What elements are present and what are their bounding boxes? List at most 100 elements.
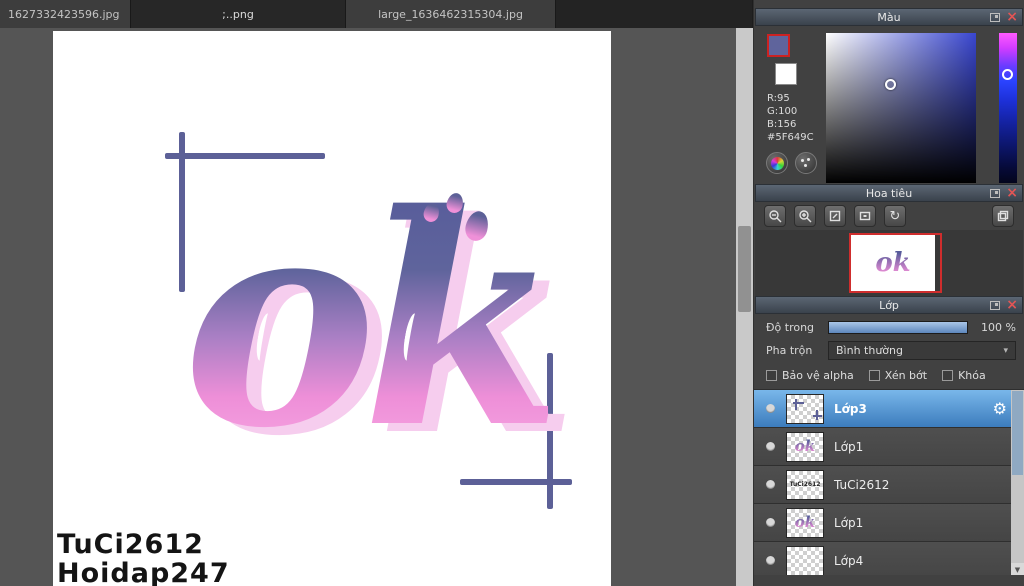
navigator-toolbar: ↻ xyxy=(754,202,1024,230)
copy-view-icon[interactable] xyxy=(992,205,1014,227)
visibility-dot-icon[interactable] xyxy=(766,442,775,451)
saturation-value-picker[interactable] xyxy=(826,33,976,183)
layer-name: Lớp1 xyxy=(834,515,864,530)
opacity-label: Độ trong xyxy=(766,321,815,334)
layer-row-lop3[interactable]: Lớp3 ⚙ xyxy=(754,390,1024,428)
close-icon[interactable]: × xyxy=(1006,10,1018,24)
canvas-viewport[interactable]: ok ok TuCi2612 Hoidap247 xyxy=(0,28,736,586)
layer-scrollbar-thumb[interactable] xyxy=(1012,391,1023,475)
hue-bar[interactable] xyxy=(999,33,1017,183)
blue-value: B:156 xyxy=(767,119,797,130)
canvas-scrollbar-thumb[interactable] xyxy=(738,226,751,312)
layer-thumbnail-text: TuCi2612 xyxy=(789,480,821,488)
layer-row-tuci2612[interactable]: TuCi2612 TuCi2612 xyxy=(754,466,1024,504)
color-panel-title: Màu xyxy=(877,10,901,24)
fit-window-icon[interactable] xyxy=(824,205,846,227)
color-wheel-icon[interactable] xyxy=(766,152,788,174)
chevron-down-icon: ▾ xyxy=(1003,345,1008,356)
artwork-lettering: ok xyxy=(183,152,563,492)
paint-app-window: 1627332423596.jpg ;..png large_163646231… xyxy=(0,0,1024,586)
visibility-dot-icon[interactable] xyxy=(766,480,775,489)
document-tab-1-label: 1627332423596.jpg xyxy=(8,7,120,21)
canvas-vertical-scrollbar[interactable] xyxy=(736,28,753,586)
navigator-view-rectangle[interactable] xyxy=(849,233,942,293)
blend-mode-value: Bình thường xyxy=(836,344,903,357)
layer-thumbnail: TuCi2612 xyxy=(786,469,824,500)
drawing-canvas[interactable]: ok ok TuCi2612 Hoidap247 xyxy=(53,31,611,586)
opacity-row: Độ trong 100 % xyxy=(766,321,1016,334)
layer-thumbnail: ok xyxy=(786,431,824,462)
layer-list-scrollbar[interactable]: ▼ xyxy=(1011,390,1024,575)
document-tab-2-label: ;..png xyxy=(222,7,254,21)
layer-thumbnail xyxy=(786,393,824,424)
document-area: 1627332423596.jpg ;..png large_163646231… xyxy=(0,0,753,586)
actual-size-icon[interactable] xyxy=(854,205,876,227)
document-tab-bar: 1627332423596.jpg ;..png large_163646231… xyxy=(0,0,752,28)
lock-checkbox[interactable]: Khóa xyxy=(942,369,986,382)
blend-row: Pha trộn Bình thường ▾ xyxy=(766,341,1016,360)
clipping-checkbox[interactable]: Xén bớt xyxy=(868,369,928,382)
zoom-in-icon[interactable] xyxy=(794,205,816,227)
navigator-panel-title: Hoa tiêu xyxy=(865,186,913,200)
green-value: G:100 xyxy=(767,106,798,117)
close-icon[interactable]: × xyxy=(1006,186,1018,200)
checkbox-icon xyxy=(766,370,777,381)
visibility-dot-icon[interactable] xyxy=(766,404,775,413)
gear-icon[interactable]: ⚙ xyxy=(993,400,1007,417)
protect-alpha-label: Bảo vệ alpha xyxy=(782,369,854,382)
layer-row-lop1-a[interactable]: ok Lớp1 xyxy=(754,428,1024,466)
red-value: R:95 xyxy=(767,93,790,104)
sv-cursor[interactable] xyxy=(885,79,896,90)
document-tab-3[interactable]: large_1636462315304.jpg xyxy=(346,0,556,28)
visibility-dot-icon[interactable] xyxy=(766,518,775,527)
checkbox-icon xyxy=(868,370,880,381)
signature-line-1: TuCi2612 xyxy=(57,529,204,560)
layer-row-lop4[interactable]: Lớp4 xyxy=(754,542,1024,575)
layer-panel-header: Lớp × xyxy=(755,296,1023,314)
layer-name: Lớp3 xyxy=(834,401,867,416)
color-mode-buttons xyxy=(766,152,817,174)
navigator-panel-header: Hoa tiêu × xyxy=(755,184,1023,202)
color-panel-header: Màu × xyxy=(755,8,1023,26)
layer-options-row: Bảo vệ alpha Xén bớt Khóa xyxy=(766,369,1024,382)
checkbox-icon xyxy=(942,370,954,381)
layer-thumbnail-art: ok xyxy=(794,513,816,531)
popout-window-icon[interactable] xyxy=(990,12,1001,22)
signature-line-2: Hoidap247 xyxy=(57,558,230,586)
hue-cursor[interactable] xyxy=(1002,69,1013,80)
clipping-label: Xén bớt xyxy=(884,369,928,382)
zoom-out-icon[interactable] xyxy=(764,205,786,227)
layer-row-lop1-b[interactable]: ok Lớp1 xyxy=(754,504,1024,542)
popout-window-icon[interactable] xyxy=(990,188,1001,198)
blend-label: Pha trộn xyxy=(766,344,813,357)
layer-panel-title: Lớp xyxy=(879,298,899,312)
layer-name: Lớp4 xyxy=(834,553,864,568)
layer-thumbnail xyxy=(786,545,824,575)
layer-name: Lớp1 xyxy=(834,439,864,454)
foreground-color-swatch[interactable] xyxy=(767,34,790,57)
palette-icon[interactable] xyxy=(795,152,817,174)
document-tab-3-label: large_1636462315304.jpg xyxy=(378,7,523,21)
side-panel: Màu × R:95 G:100 B:156 #5F649C Hoa tiêu … xyxy=(754,0,1024,586)
layer-list: Lớp3 ⚙ ok Lớp1 TuCi2612 TuCi2612 ok Lớp1… xyxy=(754,389,1024,575)
layer-thumbnail-art: ok xyxy=(794,437,816,455)
visibility-dot-icon[interactable] xyxy=(766,556,775,565)
layer-thumbnail: ok xyxy=(786,507,824,538)
document-tab-1[interactable]: 1627332423596.jpg xyxy=(0,0,131,28)
background-color-swatch[interactable] xyxy=(775,63,797,85)
opacity-slider[interactable] xyxy=(828,321,968,334)
color-panel-body: R:95 G:100 B:156 #5F649C xyxy=(754,26,1024,184)
opacity-slider-fill xyxy=(829,322,967,333)
reset-rotation-icon[interactable]: ↻ xyxy=(884,205,906,227)
close-icon[interactable]: × xyxy=(1006,298,1018,312)
layer-name: TuCi2612 xyxy=(834,477,890,492)
lock-label: Khóa xyxy=(958,369,986,382)
blend-mode-dropdown[interactable]: Bình thường ▾ xyxy=(828,341,1016,360)
scroll-down-arrow-icon[interactable]: ▼ xyxy=(1011,563,1024,575)
popout-window-icon[interactable] xyxy=(990,300,1001,310)
document-tab-2[interactable]: ;..png xyxy=(131,0,346,28)
color-values: R:95 G:100 B:156 #5F649C xyxy=(767,92,814,144)
navigator-preview[interactable]: ok xyxy=(755,230,1023,296)
hex-value: #5F649C xyxy=(767,132,814,143)
protect-alpha-checkbox[interactable]: Bảo vệ alpha xyxy=(766,369,854,382)
